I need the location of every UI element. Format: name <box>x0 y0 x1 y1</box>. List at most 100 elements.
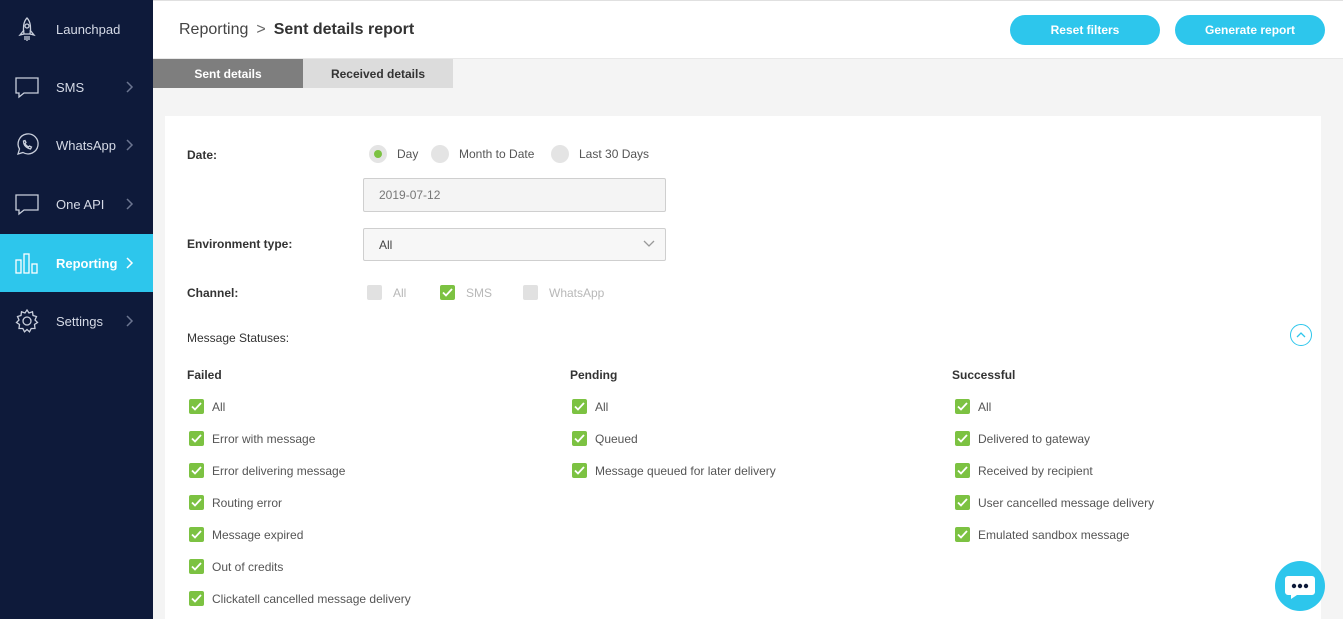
reset-filters-button[interactable]: Reset filters <box>1010 15 1160 45</box>
radio-month-to-date[interactable] <box>431 145 449 163</box>
check-icon <box>191 530 202 539</box>
successful-status-label: All <box>978 400 992 414</box>
sidebar-item-settings[interactable]: Settings <box>0 292 153 350</box>
check-icon <box>574 466 585 475</box>
channel-label: Channel: <box>187 286 239 300</box>
gear-icon <box>15 308 39 333</box>
failed-status-label: All <box>212 400 226 414</box>
radio-last-30-days[interactable] <box>551 145 569 163</box>
filter-panel: Date: Day Month to Date Last 30 Days 201… <box>165 116 1321 619</box>
date-input[interactable]: 2019-07-12 <box>363 178 666 212</box>
chevron-right-icon <box>126 81 134 93</box>
sidebar-item-label: Settings <box>56 313 103 329</box>
chat-icon <box>1285 576 1315 599</box>
rocket-icon <box>18 17 36 41</box>
chat-bubble-icon <box>15 77 39 99</box>
chat-bubble-icon <box>15 194 39 216</box>
successful-status-checkbox[interactable] <box>955 527 970 542</box>
sidebar-item-label: SMS <box>56 79 85 95</box>
successful-status-label: Emulated sandbox message <box>978 528 1130 542</box>
check-icon <box>574 434 585 443</box>
channel-all-checkbox[interactable] <box>367 285 382 300</box>
radio-day[interactable] <box>369 145 387 163</box>
message-statuses-label: Message Statuses: <box>187 331 290 345</box>
successful-status-label: Delivered to gateway <box>978 432 1091 446</box>
page-title: Sent details report <box>273 21 415 38</box>
failed-status-checkbox[interactable] <box>189 591 204 606</box>
bar-chart-icon <box>15 253 38 274</box>
successful-status-checkbox[interactable] <box>955 399 970 414</box>
whatsapp-icon <box>17 133 39 155</box>
sidebar: Launchpad SMS WhatsApp One API Reporting <box>0 0 153 619</box>
tab-received-details[interactable]: Received details <box>303 59 453 88</box>
sidebar-item-launchpad[interactable]: Launchpad <box>0 0 153 58</box>
check-icon <box>191 594 202 603</box>
sidebar-item-whatsapp[interactable]: WhatsApp <box>0 116 153 174</box>
sidebar-item-label: One API <box>56 196 105 212</box>
failed-status-checkbox[interactable] <box>189 463 204 478</box>
failed-status-label: Error delivering message <box>212 464 346 478</box>
check-icon <box>191 562 202 571</box>
failed-status-label: Out of credits <box>212 560 284 574</box>
radio-last-30-days-label: Last 30 Days <box>579 147 650 161</box>
chevron-right-icon <box>126 257 134 269</box>
check-icon <box>957 434 968 443</box>
sidebar-item-one-api[interactable]: One API <box>0 175 153 233</box>
check-icon <box>191 498 202 507</box>
collapse-statuses-button[interactable] <box>1290 324 1312 346</box>
breadcrumb-separator: > <box>256 21 266 38</box>
successful-status-checkbox[interactable] <box>955 495 970 510</box>
check-icon <box>957 498 968 507</box>
environment-type-select[interactable]: All <box>363 228 666 261</box>
breadcrumb: Reporting > Sent details report <box>179 21 414 39</box>
generate-report-button[interactable]: Generate report <box>1175 15 1325 45</box>
pending-status-checkbox[interactable] <box>572 463 587 478</box>
chevron-right-icon <box>126 139 134 151</box>
sidebar-item-label: WhatsApp <box>56 137 116 153</box>
check-icon <box>957 530 968 539</box>
pending-status-label: Queued <box>595 432 638 446</box>
breadcrumb-parent[interactable]: Reporting <box>179 21 248 38</box>
pending-status-label: Message queued for later delivery <box>595 464 776 478</box>
channel-whatsapp-label: WhatsApp <box>549 286 605 300</box>
sidebar-item-sms[interactable]: SMS <box>0 58 153 116</box>
chevron-right-icon <box>126 315 134 327</box>
environment-type-value: All <box>379 237 393 252</box>
check-icon <box>442 288 453 297</box>
channel-all-label: All <box>393 286 407 300</box>
failed-column-title: Failed <box>187 368 222 382</box>
sidebar-item-reporting[interactable]: Reporting <box>0 234 153 292</box>
chevron-right-icon <box>126 198 134 210</box>
radio-month-to-date-label: Month to Date <box>459 147 535 161</box>
check-icon <box>957 466 968 475</box>
check-icon <box>574 402 585 411</box>
page-header: Reporting > Sent details report Reset filt… <box>153 0 1343 59</box>
check-icon <box>191 466 202 475</box>
failed-status-label: Clickatell cancelled message delivery <box>212 592 411 606</box>
channel-whatsapp-checkbox[interactable] <box>523 285 538 300</box>
failed-status-checkbox[interactable] <box>189 527 204 542</box>
failed-status-label: Routing error <box>212 496 283 510</box>
failed-status-checkbox[interactable] <box>189 559 204 574</box>
tab-sent-details[interactable]: Sent details <box>153 59 303 88</box>
date-label: Date: <box>187 148 218 162</box>
failed-status-checkbox[interactable] <box>189 399 204 414</box>
successful-status-checkbox[interactable] <box>955 463 970 478</box>
pending-status-checkbox[interactable] <box>572 431 587 446</box>
channel-sms-label: SMS <box>466 286 493 300</box>
successful-status-label: User cancelled message delivery <box>978 496 1155 510</box>
successful-status-label: Received by recipient <box>978 464 1093 478</box>
radio-day-label: Day <box>397 147 419 161</box>
environment-type-label: Environment type: <box>187 237 293 251</box>
chevron-up-icon <box>1296 332 1306 338</box>
channel-sms-checkbox[interactable] <box>440 285 455 300</box>
failed-status-label: Message expired <box>212 528 304 542</box>
pending-status-checkbox[interactable] <box>572 399 587 414</box>
chat-widget-button[interactable] <box>1275 561 1325 611</box>
check-icon <box>191 402 202 411</box>
failed-status-checkbox[interactable] <box>189 431 204 446</box>
successful-status-checkbox[interactable] <box>955 431 970 446</box>
failed-status-checkbox[interactable] <box>189 495 204 510</box>
failed-status-label: Error with message <box>212 432 316 446</box>
pending-status-label: All <box>595 400 609 414</box>
